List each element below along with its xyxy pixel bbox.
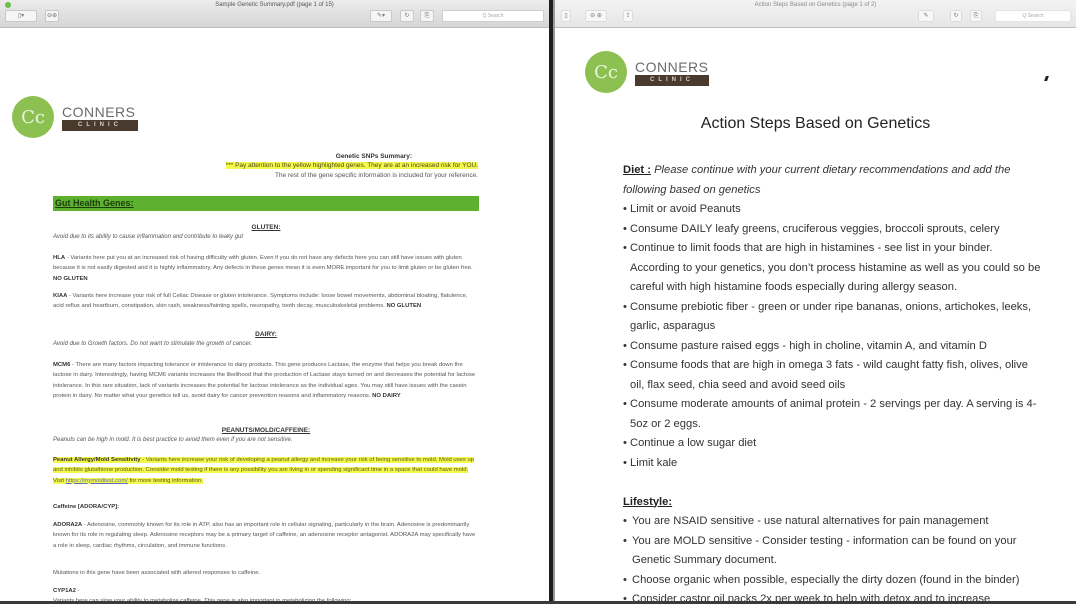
markup-button[interactable]: ✎▾ [370, 10, 392, 22]
conners-clinic-logo: Cc CONNERS CLINIC [12, 96, 138, 138]
right-toolbar: ▯ ⊖ ⊕ ⇪ ✎ ↻ ⎘ Q Search [555, 10, 1076, 24]
markup-button[interactable]: ✎ [918, 10, 934, 22]
annotate-button[interactable]: ⎘ [970, 10, 982, 22]
left-pdf-window: Sample Genetic Summary.pdf (page 1 of 15… [0, 0, 549, 604]
action-steps-body: Diet : Please continue with your current… [623, 161, 1043, 604]
adora-paragraph: ADORA2A - Adenosine, commonly known for … [53, 522, 476, 549]
rotate-button[interactable]: ↻ [950, 10, 962, 22]
dairy-sub: Avoid due to Growth factors. Do not want… [53, 341, 253, 347]
logo-name: CONNERS [62, 103, 136, 120]
mutations-note: Mutations in this gene have been associa… [53, 570, 261, 576]
peanuts-sub: Peanuts can be high in mold. It is best … [53, 437, 293, 443]
diet-item: Consume foods that are high in omega 3 f… [623, 356, 1043, 395]
logo-circle-icon: Cc [12, 96, 54, 138]
logo-sub: CLINIC [62, 119, 138, 131]
diet-item: Consume pasture raised eggs - high in ch… [623, 337, 1043, 357]
gluten-heading: GLUTEN: [251, 224, 281, 231]
peanuts-heading: PEANUTS/MOLD/CAFFEINE: [221, 427, 311, 434]
diet-label: Diet : [623, 164, 651, 176]
zoom-button[interactable]: ⊖ ⊕ [585, 10, 607, 22]
left-window-title: Sample Genetic Summary.pdf (page 1 of 15… [215, 2, 334, 8]
logo-circle-icon: Cc [585, 51, 627, 93]
zoom-button[interactable]: ⊖⊕ [45, 10, 59, 22]
right-pdf-window: Action Steps Based on Genetics (page 1 o… [555, 0, 1076, 604]
logo-name: CONNERS [635, 58, 709, 75]
search-input[interactable]: Q Search [442, 10, 544, 22]
conners-clinic-logo: Cc CONNERS CLINIC [585, 51, 709, 93]
caffeine-heading: Caffeine [ADORA/CYP]: [53, 504, 120, 510]
diet-item: Continue to limit foods that are high in… [623, 239, 1043, 298]
kiaa-paragraph: KIAA - Variants here increase your risk … [53, 293, 468, 310]
document-title: Action Steps Based on Genetics [700, 115, 931, 132]
dairy-heading: DAIRY: [255, 331, 277, 338]
peanut-allergy-paragraph: Peanut Allergy/Mold Sensitivity - Varian… [53, 457, 475, 484]
lifestyle-item: You are NSAID sensitive - use natural al… [623, 512, 1043, 532]
rotate-button[interactable]: ↻ [400, 10, 414, 22]
gluten-sub: Avoid due to its ability to cause inflam… [53, 234, 243, 240]
hla-paragraph: HLA - Variants here put you at an increa… [53, 255, 473, 282]
lifestyle-label: Lifestyle: [623, 495, 673, 508]
lifestyle-item: Choose organic when possible, especially… [623, 571, 1043, 591]
attention-note: *** Pay attention to the yellow highligh… [225, 162, 478, 169]
cyp-heading: CYP1A2 - [53, 588, 80, 594]
diet-item: Consume moderate amounts of animal prote… [623, 395, 1043, 434]
diet-item: Limit or avoid Peanuts [623, 200, 1043, 220]
summary-title: Genetic SNPs Summary: [335, 153, 412, 160]
annotate-button[interactable]: ⎘ [420, 10, 434, 22]
logo-sub: CLINIC [635, 74, 709, 86]
diet-intro: Diet : Please continue with your current… [623, 164, 1011, 196]
sidebar-toggle-button[interactable]: ▯ [561, 10, 571, 22]
share-button[interactable]: ⇪ [623, 10, 633, 22]
lifestyle-item: You are MOLD sensitive - Consider testin… [623, 532, 1043, 571]
right-pdf-page: Cc CONNERS CLINIC Action Steps Based on … [555, 29, 1076, 604]
mold-test-link[interactable]: https://mymoldtest.com/ [66, 478, 128, 484]
diet-item: Continue a low sugar diet [623, 434, 1043, 454]
diet-item: Limit kale [623, 454, 1043, 474]
left-pdf-page: Cc CONNERS CLINIC Genetic SNPs Summary: … [0, 29, 549, 604]
sidebar-toggle-button[interactable]: ▯▾ [5, 10, 37, 22]
search-input[interactable]: Q Search [995, 10, 1071, 22]
diet-item: Consume prebiotic fiber - green or under… [623, 298, 1043, 337]
gut-health-banner: Gut Health Genes: [53, 196, 479, 211]
left-toolbar: ▯▾ ⊖⊕ ✎▾ ↻ ⎘ Q Search [0, 10, 549, 24]
right-window-title: Action Steps Based on Genetics (page 1 o… [754, 2, 877, 8]
mcm6-paragraph: MCM6 - There are many factors impacting … [53, 362, 476, 399]
right-titlebar: Action Steps Based on Genetics (page 1 o… [555, 0, 1076, 28]
diet-item: Consume DAILY leafy greens, cruciferous … [623, 220, 1043, 240]
reference-note: The rest of the gene specific informatio… [274, 172, 478, 179]
left-titlebar: Sample Genetic Summary.pdf (page 1 of 15… [0, 0, 549, 28]
